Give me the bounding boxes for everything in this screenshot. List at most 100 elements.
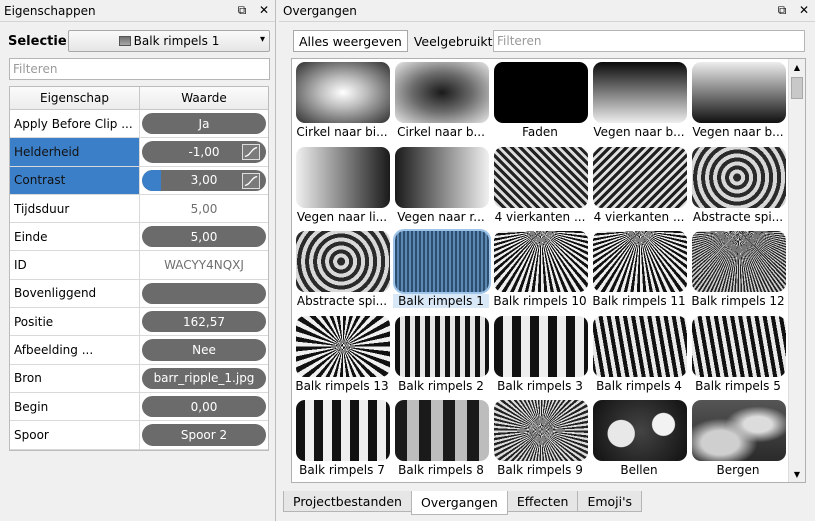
transition-thumbnail[interactable]	[296, 315, 390, 377]
transitions-scrollbar[interactable]: ▲ ▼	[788, 59, 805, 482]
transition-thumbnail[interactable]	[395, 315, 489, 377]
property-row[interactable]: ID WACYY4NQXJ	[10, 251, 268, 280]
transition-item[interactable]: Vegen naar b...	[591, 62, 687, 144]
transition-thumbnail[interactable]	[692, 146, 786, 208]
dock-tab[interactable]: Emoji's	[577, 491, 643, 512]
transition-item[interactable]: Balk rimpels 7	[294, 400, 390, 482]
property-value-slider[interactable]: 3,00	[142, 169, 266, 191]
property-value-cell[interactable]: Spoor 2	[140, 421, 268, 448]
keyframe-curve-icon[interactable]	[242, 172, 260, 189]
transition-thumbnail[interactable]	[393, 229, 491, 294]
transition-thumbnail[interactable]	[494, 400, 588, 461]
property-value-slider[interactable]: Ja	[142, 113, 266, 135]
transition-item[interactable]: Balk rimpels 8	[393, 400, 489, 482]
transition-thumbnail[interactable]	[692, 62, 786, 123]
transition-item[interactable]: Abstracte spi...	[690, 146, 786, 229]
transition-item[interactable]: Balk rimpels 2	[393, 315, 489, 398]
property-row[interactable]: Apply Before Clip ... Ja	[10, 110, 268, 139]
transition-thumbnail[interactable]	[593, 146, 687, 208]
property-value-cell[interactable]: -1,00	[140, 138, 268, 165]
property-value-slider[interactable]: 0,00	[142, 395, 266, 418]
transition-item[interactable]: Vegen naar r...	[393, 146, 489, 229]
transition-thumbnail[interactable]	[494, 231, 588, 292]
close-icon[interactable]: ✕	[257, 2, 271, 18]
float-icon[interactable]: ⧉	[235, 2, 249, 18]
transition-item[interactable]: 4 vierkanten ...	[591, 146, 687, 229]
properties-filter-input[interactable]	[9, 58, 270, 80]
selection-combobox[interactable]: Balk rimpels 1 ▾	[68, 30, 270, 52]
transition-item[interactable]: Cirkel naar b...	[393, 62, 489, 144]
dock-tab[interactable]: Overgangen	[410, 491, 508, 515]
keyframe-curve-icon[interactable]	[242, 144, 260, 161]
transition-item[interactable]: Cirkel naar bi...	[294, 62, 390, 144]
transition-thumbnail[interactable]	[692, 400, 786, 461]
transition-thumbnail[interactable]	[296, 62, 390, 123]
property-row[interactable]: Begin 0,00	[10, 392, 268, 422]
property-value-slider[interactable]: Spoor 2	[142, 424, 266, 446]
property-row[interactable]: Bron barr_ripple_1.jpg	[10, 364, 268, 393]
property-row[interactable]: Helderheid -1,00	[10, 138, 268, 167]
property-value-slider[interactable]: 5,00	[142, 226, 266, 248]
property-value-cell[interactable]	[140, 280, 268, 307]
property-value-cell[interactable]: 0,00	[140, 393, 268, 420]
property-value-cell[interactable]: 5,00	[140, 195, 268, 222]
dock-tab[interactable]: Projectbestanden	[283, 491, 412, 512]
transition-thumbnail[interactable]	[395, 400, 489, 461]
property-value-slider[interactable]: barr_ripple_1.jpg	[142, 367, 266, 389]
transition-item[interactable]: Balk rimpels 10	[492, 231, 588, 313]
transition-item[interactable]: Balk rimpels 12	[690, 231, 786, 313]
transition-item[interactable]: Balk rimpels 5	[690, 315, 786, 398]
property-row[interactable]: Spoor Spoor 2	[10, 421, 268, 450]
transition-thumbnail[interactable]	[494, 62, 588, 123]
transition-item[interactable]: Balk rimpels 4	[591, 315, 687, 398]
property-value-cell[interactable]: Nee	[140, 336, 268, 363]
property-value-cell[interactable]: WACYY4NQXJ	[140, 251, 268, 278]
close-icon[interactable]: ✕	[797, 2, 811, 18]
column-header-property[interactable]: Eigenschap	[10, 87, 140, 109]
transition-item[interactable]: Vegen naar li...	[294, 146, 390, 229]
transition-thumbnail[interactable]	[296, 400, 390, 461]
transition-thumbnail[interactable]	[494, 146, 588, 208]
transition-thumbnail[interactable]	[593, 315, 687, 377]
property-row[interactable]: Tijdsduur 5,00	[10, 194, 268, 224]
transitions-filter-input[interactable]	[493, 30, 805, 52]
transition-thumbnail[interactable]	[593, 231, 687, 292]
transition-item[interactable]: Bergen	[690, 400, 786, 482]
transition-item[interactable]: Vegen naar b...	[690, 62, 786, 144]
property-row[interactable]: Positie 162,57	[10, 308, 268, 337]
transition-item[interactable]: Balk rimpels 9	[492, 400, 588, 482]
property-row[interactable]: Bovenliggend	[10, 279, 268, 309]
scroll-up-icon[interactable]: ▲	[789, 59, 805, 75]
property-row[interactable]: Contrast 3,00	[10, 166, 268, 195]
property-value-cell[interactable]: 5,00	[140, 223, 268, 250]
dock-tab[interactable]: Effecten	[506, 491, 579, 512]
transition-item[interactable]: Balk rimpels 3	[492, 315, 588, 398]
transition-thumbnail[interactable]	[395, 146, 489, 208]
tab-common[interactable]: Veelgebruikt	[408, 30, 499, 52]
transition-thumbnail[interactable]	[296, 231, 390, 292]
property-value-cell[interactable]: Ja	[140, 110, 268, 137]
float-icon[interactable]: ⧉	[775, 2, 789, 18]
transition-thumbnail[interactable]	[494, 315, 588, 377]
property-value-cell[interactable]: 3,00	[140, 167, 268, 194]
property-value-slider[interactable]: Nee	[142, 339, 266, 361]
transition-item[interactable]: Faden	[492, 62, 588, 144]
tab-show-all[interactable]: Alles weergeven	[293, 30, 408, 52]
property-value-slider[interactable]	[142, 282, 266, 305]
property-row[interactable]: Einde 5,00	[10, 223, 268, 252]
property-value-cell[interactable]: 162,57	[140, 308, 268, 335]
transition-item[interactable]: Balk rimpels 13	[294, 315, 390, 398]
transition-item[interactable]: Balk rimpels 11	[591, 231, 687, 313]
transition-thumbnail[interactable]	[296, 146, 390, 208]
scroll-handle[interactable]	[791, 77, 803, 99]
transition-thumbnail[interactable]	[395, 62, 489, 123]
transition-thumbnail[interactable]	[692, 231, 786, 292]
transition-thumbnail[interactable]	[593, 62, 687, 123]
transition-item[interactable]: 4 vierkanten ...	[492, 146, 588, 229]
transition-item[interactable]: Bellen	[591, 400, 687, 482]
transition-item[interactable]: Abstracte spi...	[294, 231, 390, 313]
transition-thumbnail[interactable]	[593, 400, 687, 461]
column-header-value[interactable]: Waarde	[140, 87, 268, 109]
property-value-slider[interactable]: -1,00	[142, 141, 266, 163]
property-value-cell[interactable]: barr_ripple_1.jpg	[140, 365, 268, 392]
